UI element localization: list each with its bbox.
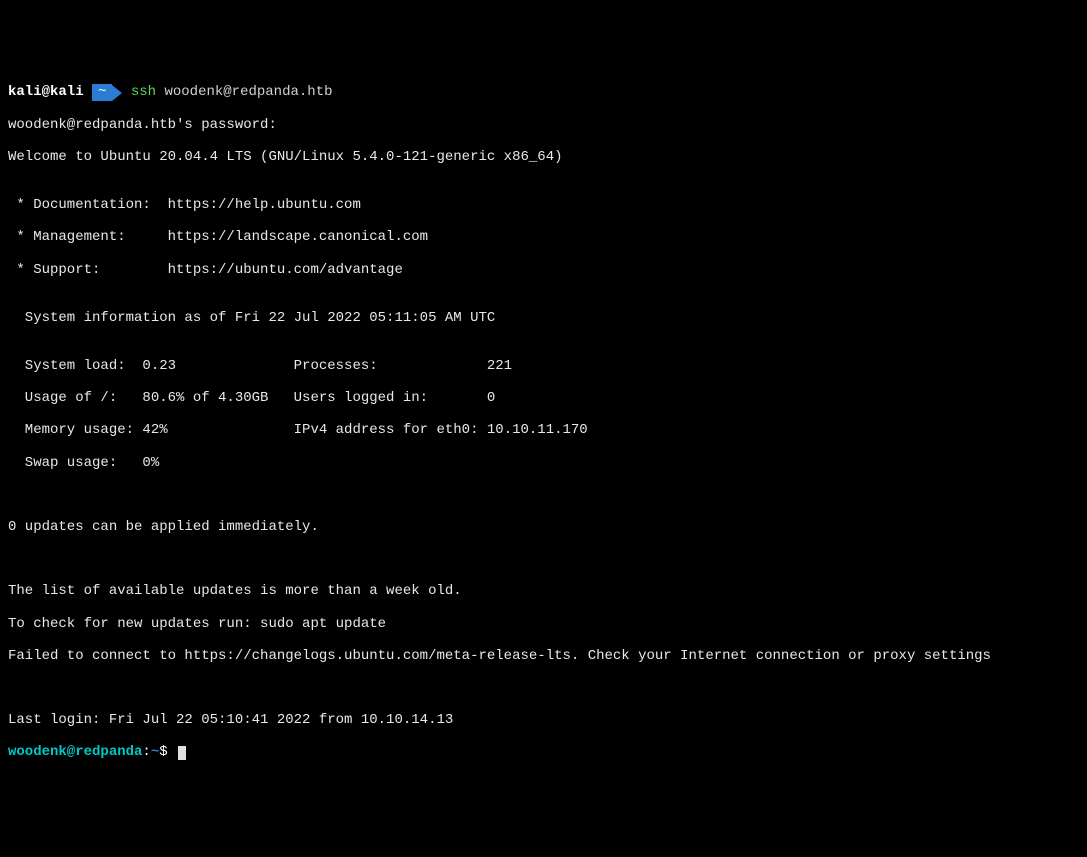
path-arrow-right-icon (112, 85, 122, 101)
command-arg: woodenk@redpanda.htb (164, 84, 332, 100)
command-name: ssh (131, 84, 156, 100)
cursor-icon (178, 746, 186, 760)
support-line: * Support: https://ubuntu.com/advantage (8, 262, 1079, 278)
remote-path: ~ (151, 744, 159, 760)
local-prompt-line: kali@kali ~ ssh woodenk@redpanda.htb (8, 84, 1079, 100)
remote-prompt-line[interactable]: woodenk@redpanda:~$ (8, 744, 1079, 760)
password-prompt: woodenk@redpanda.htb's password: (8, 117, 1079, 133)
path-segment: ~ (92, 84, 112, 100)
local-user-host: kali@kali (8, 84, 84, 100)
remote-colon: : (142, 744, 150, 760)
local-path: ~ (98, 84, 106, 100)
remote-user-host: woodenk@redpanda (8, 744, 142, 760)
sysinfo-row: Swap usage: 0% (8, 455, 1079, 471)
doc-line: * Documentation: https://help.ubuntu.com (8, 197, 1079, 213)
check-new-line: To check for new updates run: sudo apt u… (8, 616, 1079, 632)
remote-dollar: $ (159, 744, 167, 760)
updates-line: 0 updates can be applied immediately. (8, 519, 1079, 535)
sysinfo-row: Usage of /: 80.6% of 4.30GB Users logged… (8, 390, 1079, 406)
list-old-line: The list of available updates is more th… (8, 583, 1079, 599)
mgmt-line: * Management: https://landscape.canonica… (8, 229, 1079, 245)
fail-connect-line: Failed to connect to https://changelogs.… (8, 648, 1079, 664)
terminal-output[interactable]: kali@kali ~ ssh woodenk@redpanda.htb woo… (8, 68, 1079, 776)
last-login-line: Last login: Fri Jul 22 05:10:41 2022 fro… (8, 712, 1079, 728)
sysinfo-row: Memory usage: 42% IPv4 address for eth0:… (8, 422, 1079, 438)
welcome-line: Welcome to Ubuntu 20.04.4 LTS (GNU/Linux… (8, 149, 1079, 165)
sysinfo-header: System information as of Fri 22 Jul 2022… (8, 310, 1079, 326)
sysinfo-row: System load: 0.23 Processes: 221 (8, 358, 1079, 374)
